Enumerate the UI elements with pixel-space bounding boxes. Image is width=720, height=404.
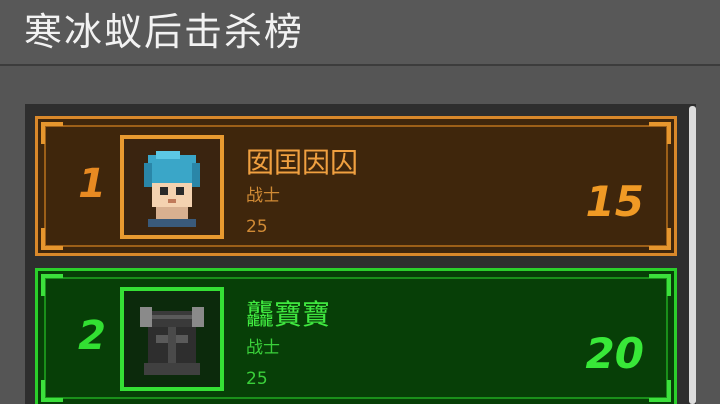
frame-corner <box>649 228 671 250</box>
frame-corner <box>41 228 63 250</box>
kill-count: 15 <box>585 177 644 226</box>
player-class: 战士 <box>246 338 280 358</box>
horned-dark-helmet-icon <box>140 307 204 375</box>
blue-hair-warrior-icon <box>144 151 200 227</box>
frame-corner <box>41 380 63 402</box>
rank-number: 2 <box>78 313 106 359</box>
page-title: 寒冰蚁后击杀榜 <box>24 10 305 54</box>
frame-corner <box>649 274 671 296</box>
player-name: 龘寶寶 <box>246 298 331 331</box>
leaderboard-panel: 1 囡囯因囚 战士 25 15 2 龘寶寶 战士 25 20 <box>25 104 696 404</box>
player-level: 25 <box>246 369 268 389</box>
avatar[interactable] <box>120 135 224 239</box>
frame-corner <box>649 380 671 402</box>
frame-corner <box>41 122 63 144</box>
kill-count: 20 <box>585 329 644 378</box>
avatar[interactable] <box>120 287 224 391</box>
scrollbar[interactable] <box>689 106 696 404</box>
player-class: 战士 <box>246 186 280 206</box>
rank-number: 1 <box>78 161 106 207</box>
frame-corner <box>649 122 671 144</box>
frame-corner <box>41 274 63 296</box>
player-level: 25 <box>246 217 268 237</box>
title-bar: 寒冰蚁后击杀榜 <box>0 0 720 66</box>
leaderboard-row[interactable]: 2 龘寶寶 战士 25 20 <box>35 268 677 404</box>
leaderboard-row[interactable]: 1 囡囯因囚 战士 25 15 <box>35 116 677 256</box>
player-name: 囡囯因囚 <box>246 146 359 179</box>
